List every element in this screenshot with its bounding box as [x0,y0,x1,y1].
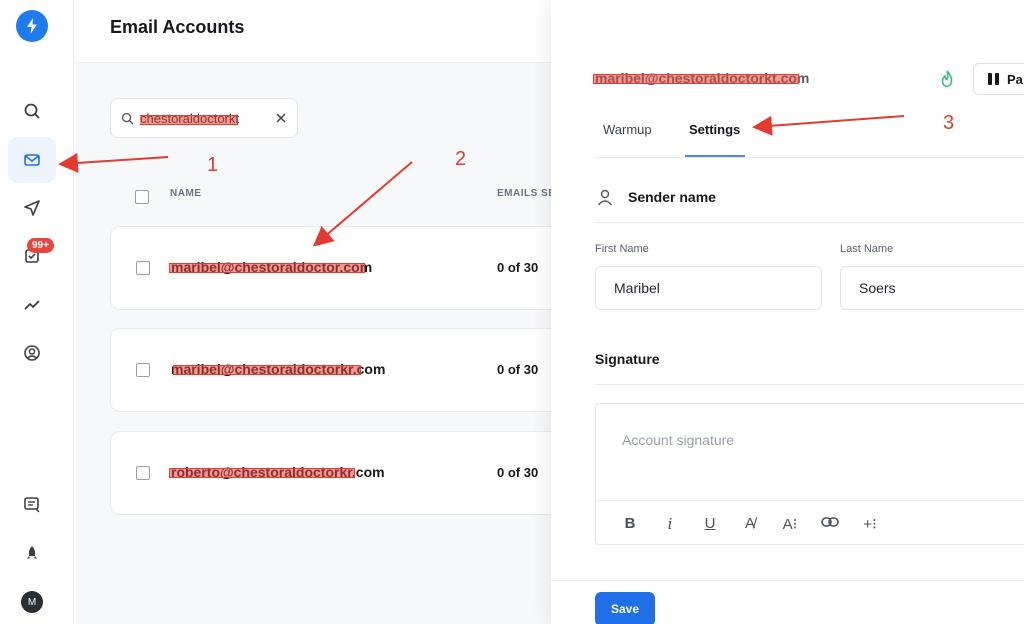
send-icon[interactable] [8,185,56,231]
row-checkbox[interactable] [136,261,150,275]
search-icon [121,112,134,125]
signature-heading: Signature [595,351,660,367]
annotation-label-3: 3 [943,112,955,134]
page-header: Email Accounts [75,0,555,63]
emails-sent-count: 0 of 30 [497,260,539,275]
email-accounts-nav-icon[interactable] [8,137,56,183]
row-checkbox[interactable] [136,466,150,480]
avatar[interactable]: M [21,591,43,613]
pause-button-label: Pa [1007,71,1023,87]
redaction-mark [140,114,238,125]
clear-search-icon[interactable] [275,112,287,124]
redaction-mark [593,74,799,84]
signature-placeholder: Account signature [622,432,735,448]
italic-icon[interactable]: i [650,515,690,533]
app-logo-icon[interactable] [16,10,48,42]
redaction-mark [169,263,365,273]
feedback-icon[interactable] [8,482,56,528]
search-input[interactable]: chestoraldoctorkt [110,98,298,138]
annotation-label-2: 2 [455,148,467,170]
account-email: roberto@chestoraldoctorkr.com [169,464,385,480]
table-row[interactable]: maribel@chestoraldoctor.com 0 of 30 [110,226,560,310]
analytics-icon[interactable] [8,282,56,328]
pause-button[interactable]: Pa [973,63,1024,95]
table-row[interactable]: maribel@chestoraldoctorkr.com 0 of 30 [110,328,560,412]
rocket-icon[interactable] [8,530,56,576]
underline-icon[interactable]: U [690,515,730,532]
more-options-icon[interactable]: +⁝ [850,515,890,533]
signature-editor[interactable]: Account signature B i U A̸ A⁝ +⁝ [595,403,1024,545]
last-name-label: Last Name [840,243,894,255]
annotation-arrow-1 [58,152,169,173]
user-icon [597,189,613,206]
panel-account-email: maribel@chestoraldoctorkt.com [593,70,809,86]
account-settings-panel: maribel@chestoraldoctorkt.com Pa Warmup … [551,0,1024,624]
sidebar: 99+ M [0,0,74,624]
editor-toolbar: B i U A̸ A⁝ +⁝ [596,500,1024,546]
redaction-mark [173,365,361,375]
last-name-field[interactable]: Soers [840,266,1024,310]
account-email: maribel@chestoraldoctorkr.com [171,361,385,377]
search-value: chestoraldoctorkt [140,111,275,126]
annotation-label-1: 1 [207,154,219,176]
column-header-emails-sent: EMAILS SE [497,188,556,199]
column-header-name: NAME [170,188,202,199]
select-all-checkbox[interactable] [135,190,149,204]
clear-format-icon[interactable]: A̸ [730,515,770,532]
tab-settings[interactable]: Settings [689,122,740,137]
notification-badge: 99+ [27,238,54,253]
row-checkbox[interactable] [136,363,150,377]
font-size-icon[interactable]: A⁝ [770,515,810,533]
redaction-mark [169,468,355,478]
first-name-field[interactable]: Maribel [595,266,822,310]
warmup-flame-icon[interactable] [939,70,955,88]
active-tab-indicator [685,155,745,157]
emails-sent-count: 0 of 30 [497,362,539,377]
link-icon[interactable] [810,515,850,532]
bold-icon[interactable]: B [610,515,650,532]
tab-warmup[interactable]: Warmup [603,122,652,137]
table-row[interactable]: roberto@chestoraldoctorkr.com 0 of 30 [110,431,560,515]
profile-icon[interactable] [8,330,56,376]
emails-sent-count: 0 of 30 [497,465,539,480]
search-icon[interactable] [8,88,56,134]
save-button[interactable]: Save [595,592,655,624]
pause-icon [988,73,992,85]
account-email: maribel@chestoraldoctor.com [169,259,372,275]
page-title: Email Accounts [110,17,245,37]
sender-name-heading: Sender name [628,189,716,205]
first-name-label: First Name [595,243,649,255]
